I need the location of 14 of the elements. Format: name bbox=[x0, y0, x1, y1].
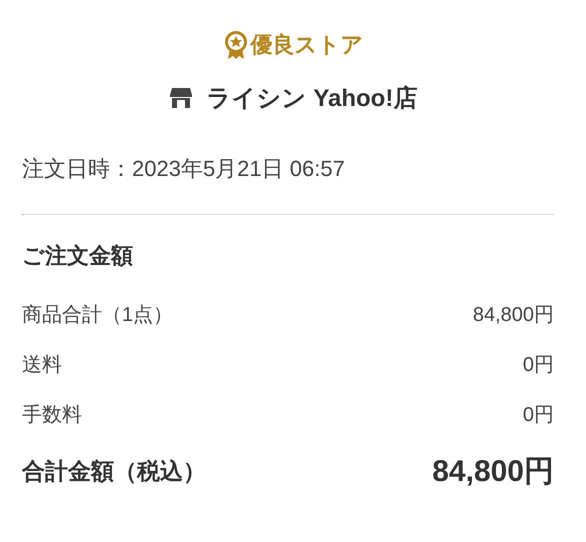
fee-amount: 0円 bbox=[522, 402, 554, 428]
order-date: 注文日時：2023年5月21日 06:57 bbox=[22, 154, 554, 215]
section-heading: ご注文金額 bbox=[22, 242, 134, 270]
award-icon bbox=[222, 30, 248, 60]
fee-label: 商品合計（1点） bbox=[22, 302, 174, 328]
store-rating-label: 優良ストア bbox=[250, 31, 364, 59]
store-name: ライシン Yahoo!店 bbox=[206, 84, 418, 114]
total-amount: 84,800円 bbox=[432, 454, 554, 490]
store-icon bbox=[168, 87, 193, 109]
total-label: 合計金額（税込） bbox=[22, 457, 206, 486]
fee-label: 手数料 bbox=[22, 402, 82, 428]
fee-amount: 0円 bbox=[522, 352, 554, 378]
fee-amount: 84,800円 bbox=[472, 302, 554, 328]
fee-label: 送料 bbox=[22, 352, 62, 378]
